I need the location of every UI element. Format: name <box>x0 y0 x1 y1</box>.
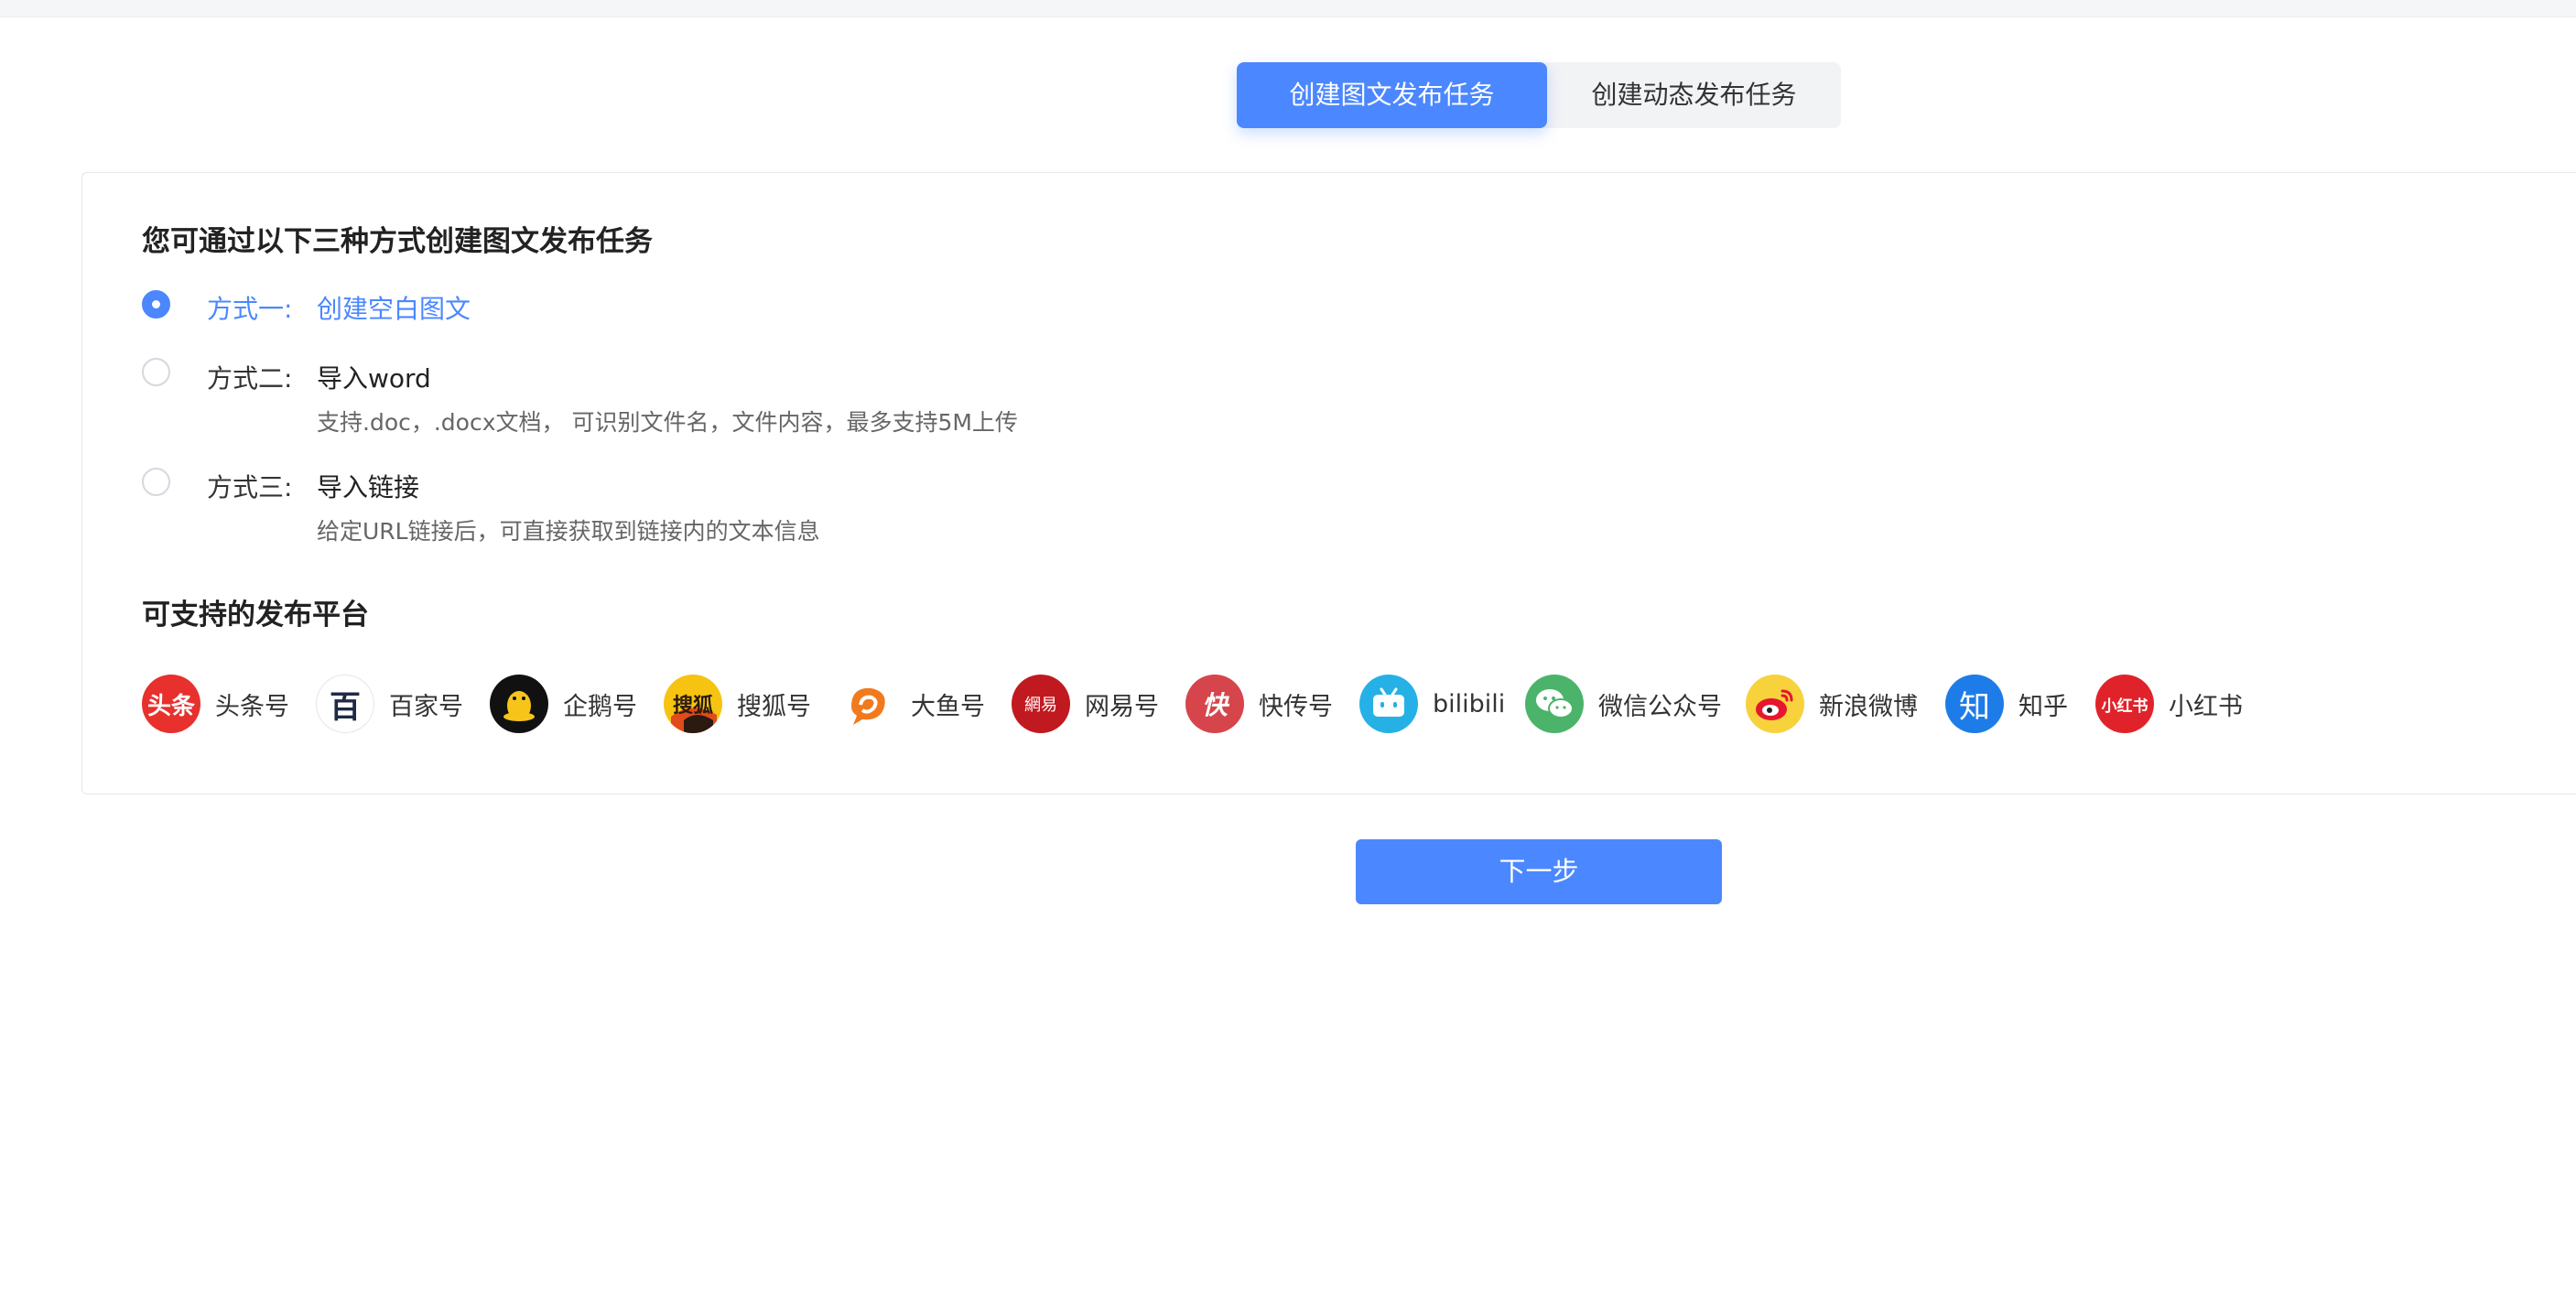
option-link-prefix: 方式三: <box>207 472 293 502</box>
platform-item-dayu: 大鱼号 <box>838 674 985 734</box>
wechat-icon <box>1525 675 1584 733</box>
option-word-prefix: 方式二: <box>207 363 293 394</box>
xiaohongshu-icon: 小红书 <box>2095 675 2154 733</box>
kuaichuan-icon: 快 <box>1185 675 1244 733</box>
platform-item-bilibili: bilibili <box>1359 674 1505 734</box>
option-word-title[interactable]: 导入word <box>317 359 431 395</box>
bilibili-icon <box>1359 675 1418 733</box>
zhihu-icon: 知 <box>1945 675 2004 733</box>
platform-item-toutiao: 头条 头条号 <box>142 674 289 734</box>
platform-label: 网易号 <box>1085 692 1159 721</box>
platform-label: 快传号 <box>1259 692 1333 721</box>
tab-create-dynamic[interactable]: 创建动态发布任务 <box>1547 62 1841 128</box>
top-bar <box>0 0 2576 17</box>
platforms-heading: 可支持的发布平台 <box>142 599 369 632</box>
option-word-radio[interactable] <box>142 358 170 386</box>
platform-item-wechat: 微信公众号 <box>1525 674 1722 734</box>
platform-item-sohu: 搜狐 搜狐号 <box>664 674 811 734</box>
platform-item-kuaichuan: 快 快传号 <box>1185 674 1333 734</box>
platform-label: 新浪微博 <box>1819 692 1918 721</box>
platform-label: 企鹅号 <box>563 692 637 721</box>
option-word-desc: 支持.doc，.docx文档， 可识别文件名，文件内容，最多支持5M上传 <box>317 409 1018 436</box>
task-type-tabs: 创建图文发布任务 创建动态发布任务 <box>1237 62 1841 128</box>
platform-label: 知乎 <box>2019 692 2068 721</box>
platform-item-xiaohongshu: 小红书 小红书 <box>2095 674 2243 734</box>
platform-label: 小红书 <box>2169 692 2243 721</box>
platform-item-weibo: 新浪微博 <box>1746 674 1918 734</box>
baijiahao-icon: 百 <box>316 675 374 733</box>
platform-label: 微信公众号 <box>1598 692 1722 721</box>
option-blank-prefix: 方式一: <box>207 294 293 324</box>
platform-item-qiehao: 企鹅号 <box>490 674 637 734</box>
tab-create-article[interactable]: 创建图文发布任务 <box>1237 62 1547 128</box>
option-link-radio[interactable] <box>142 468 170 496</box>
methods-heading: 您可通过以下三种方式创建图文发布任务 <box>142 225 653 258</box>
option-link-title[interactable]: 导入链接 <box>317 468 419 504</box>
next-step-button[interactable]: 下一步 <box>1356 839 1722 904</box>
sohu-icon: 搜狐 <box>664 675 722 733</box>
weibo-icon <box>1746 675 1804 733</box>
platform-item-zhihu: 知 知乎 <box>1945 674 2068 734</box>
option-blank-radio[interactable] <box>142 290 170 319</box>
platform-label: 大鱼号 <box>911 692 985 721</box>
platform-label: 头条号 <box>215 692 289 721</box>
platform-label: 搜狐号 <box>737 692 811 721</box>
penguin-icon <box>490 675 548 733</box>
platform-item-netease: 網易 网易号 <box>1012 674 1159 734</box>
option-link-desc: 给定URL链接后，可直接获取到链接内的文本信息 <box>317 518 820 545</box>
platform-label: 百家号 <box>389 692 463 721</box>
platform-label: bilibili <box>1433 689 1506 718</box>
platform-item-baijiahao: 百 百家号 <box>316 674 463 734</box>
netease-icon: 網易 <box>1012 675 1070 733</box>
toutiao-icon: 头条 <box>142 675 200 733</box>
option-blank-title[interactable]: 创建空白图文 <box>317 289 471 326</box>
dayu-icon <box>838 675 896 733</box>
